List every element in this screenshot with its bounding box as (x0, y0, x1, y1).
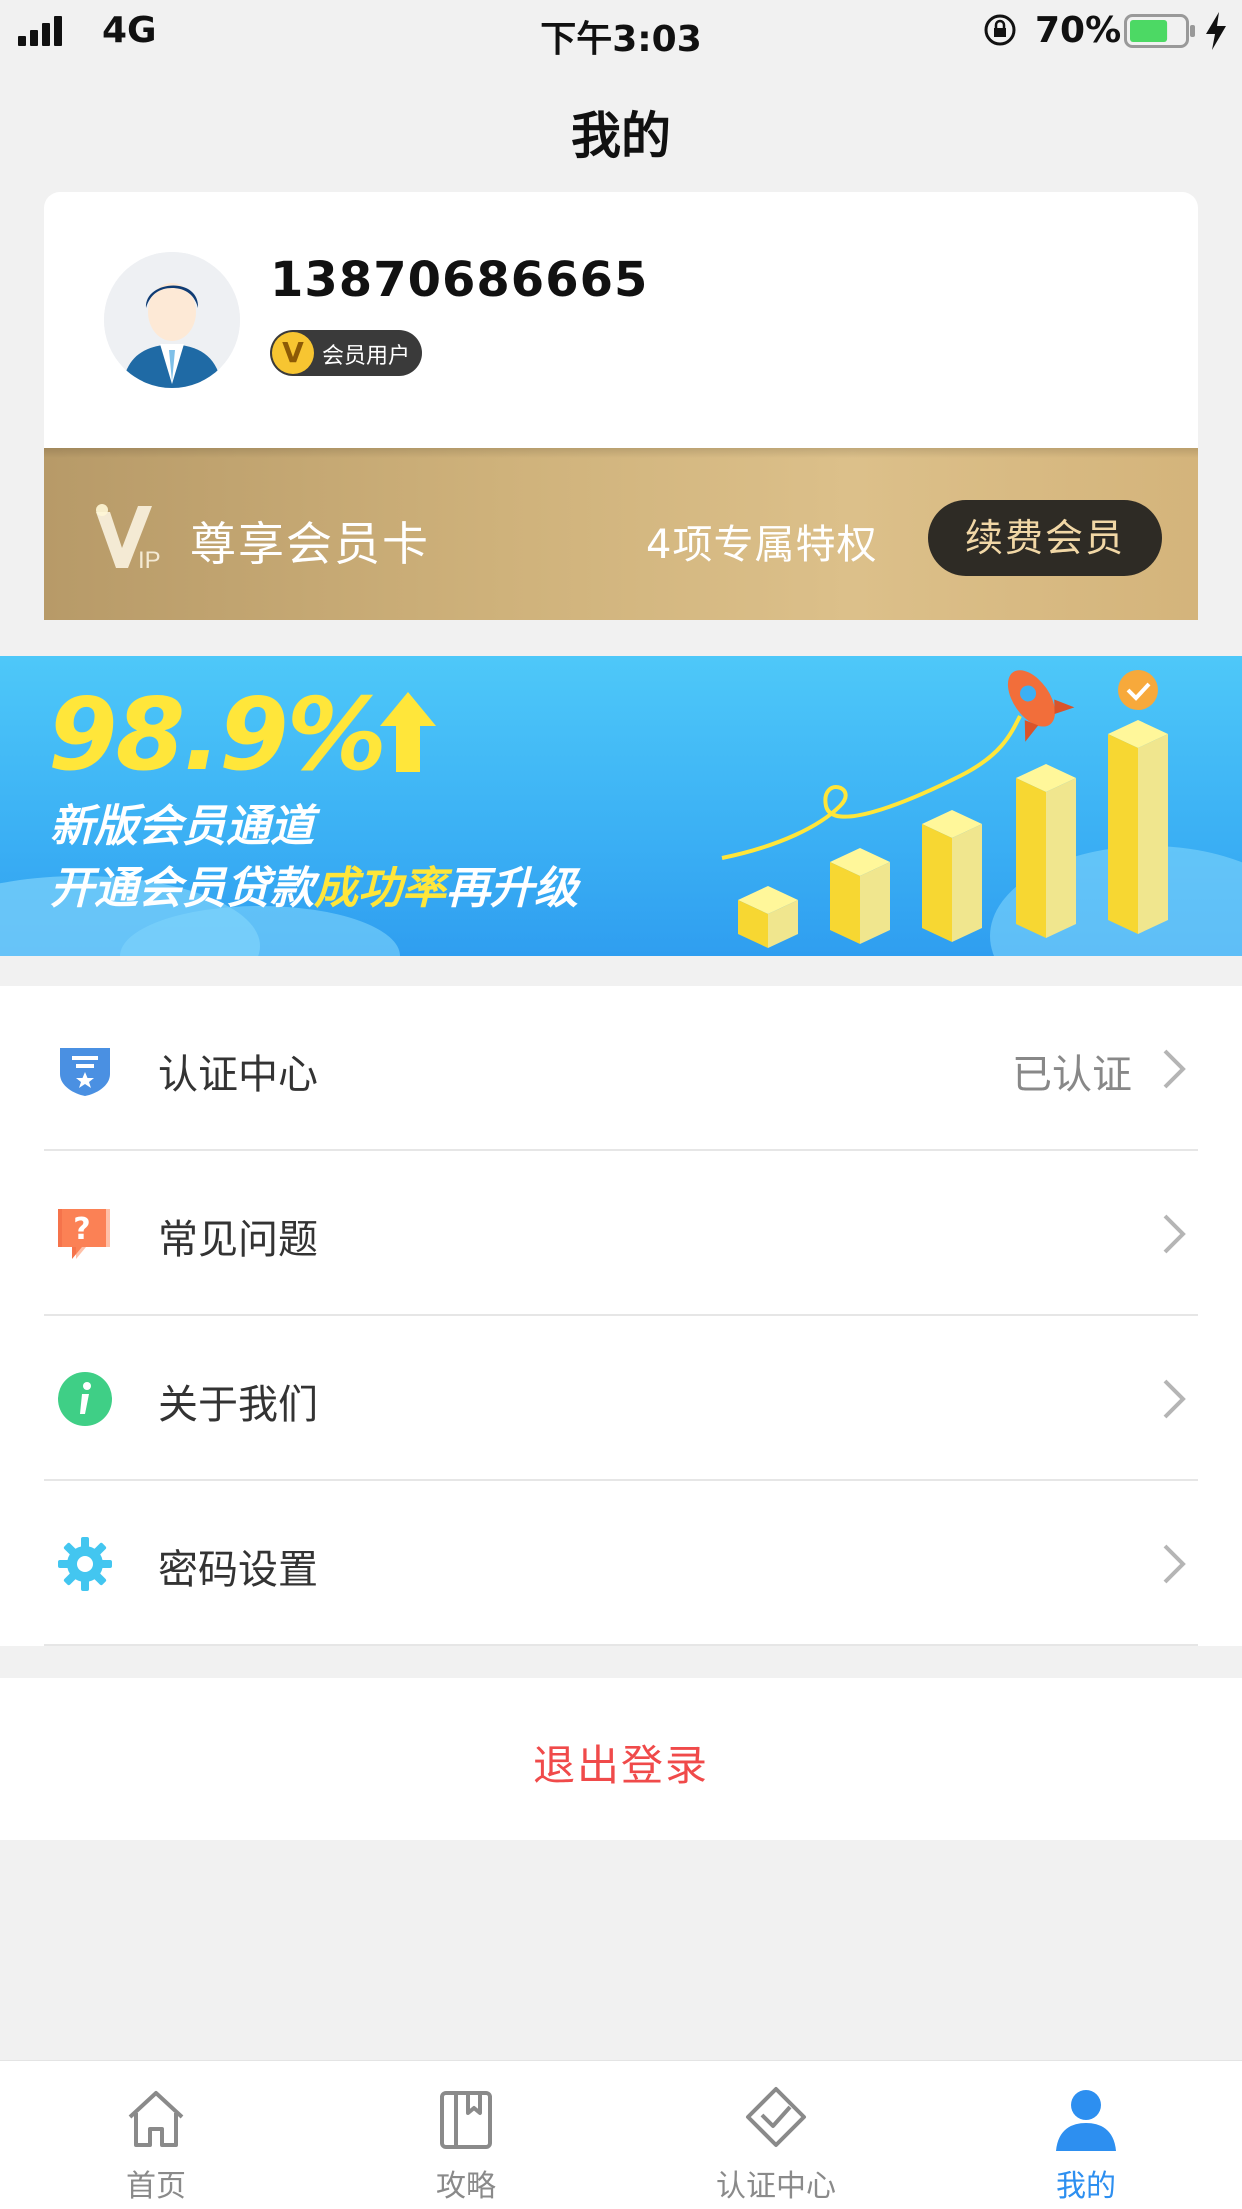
battery-icon (1124, 14, 1195, 48)
rotation-lock-icon (984, 14, 1016, 46)
vip-privileges: 4项专属特权 (646, 522, 878, 568)
avatar-image (104, 252, 240, 388)
tab-mine[interactable]: 我的 (986, 2061, 1186, 2209)
tab-home[interactable]: 首页 (56, 2061, 256, 2209)
tab-guide[interactable]: 攻略 (366, 2061, 566, 2209)
shield-icon (60, 1048, 110, 1096)
tab-verification[interactable]: 认证中心 (676, 2061, 876, 2209)
logout-label: 退出登录 (532, 1741, 709, 1790)
user-icon (1056, 2090, 1116, 2151)
avatar[interactable] (104, 252, 240, 388)
banner-line2: 开通会员贷款成功率再升级 (50, 852, 578, 916)
charging-icon (1206, 12, 1226, 50)
promo-banner[interactable]: 98.9% 新版会员通道 开通会员贷款成功率再升级 (0, 656, 1242, 956)
svg-text:IP: IP (138, 547, 161, 572)
chevron-right-icon (1163, 1214, 1186, 1254)
menu-item-faq[interactable]: ? 常见问题 (0, 1151, 1242, 1316)
banner-percent: 98.9% (48, 676, 387, 793)
battery-percent: 70% (1035, 10, 1122, 51)
menu-list: 认证中心 已认证 ? 常见问题 关于我们 密码设置 (0, 986, 1242, 1646)
svg-text:?: ? (73, 1212, 90, 1247)
tab-label: 认证中心 (716, 2169, 836, 2204)
home-icon (128, 2091, 184, 2147)
status-bar: 4G 下午3:03 70% (0, 0, 1242, 62)
tab-label: 攻略 (436, 2169, 496, 2204)
chevron-right-icon (1163, 1379, 1186, 1419)
vip-v-icon: V (272, 332, 314, 374)
chevron-right-icon (1163, 1049, 1186, 1089)
renew-membership-button[interactable]: 续费会员 (928, 500, 1162, 576)
chevron-right-icon (1163, 1544, 1186, 1584)
vip-card-title: 尊享会员卡 (190, 517, 430, 571)
menu-item-verification-center[interactable]: 认证中心 已认证 (0, 986, 1242, 1151)
menu-item-label: 密码设置 (158, 1547, 318, 1593)
info-icon (58, 1372, 112, 1426)
menu-item-label: 常见问题 (158, 1217, 318, 1263)
verify-icon (746, 2087, 806, 2147)
phone-number: 13870686665 (270, 252, 649, 308)
vip-logo-icon: IP (96, 504, 161, 572)
banner-line1: 新版会员通道 (50, 801, 314, 852)
menu-item-password-settings[interactable]: 密码设置 (0, 1481, 1242, 1646)
banner-line2-suffix: 再升级 (446, 863, 578, 914)
vip-card-strip[interactable]: IP 尊享会员卡 4项专属特权 续费会员 (44, 448, 1198, 620)
verification-status: 已认证 (1012, 1052, 1132, 1098)
question-icon: ? (58, 1209, 110, 1259)
gear-icon (58, 1537, 112, 1591)
banner-line2-highlight: 成功率 (314, 863, 446, 914)
menu-item-label: 认证中心 (158, 1052, 318, 1098)
tab-label: 首页 (126, 2169, 186, 2204)
menu-item-about-us[interactable]: 关于我们 (0, 1316, 1242, 1481)
tab-bar: 首页 攻略 认证中心 我的 (0, 2060, 1242, 2209)
tab-label: 我的 (1056, 2169, 1116, 2204)
member-badge: V 会员用户 (270, 330, 422, 376)
menu-item-label: 关于我们 (158, 1382, 318, 1428)
member-badge-label: 会员用户 (322, 344, 411, 369)
profile-card[interactable]: 13870686665 V 会员用户 (44, 192, 1198, 448)
divider (44, 1644, 1198, 1646)
banner-line2-prefix: 开通会员贷款 (50, 863, 314, 914)
book-icon (440, 2091, 492, 2149)
logout-button[interactable]: 退出登录 (0, 1678, 1242, 1840)
page-title: 我的 (571, 107, 671, 165)
